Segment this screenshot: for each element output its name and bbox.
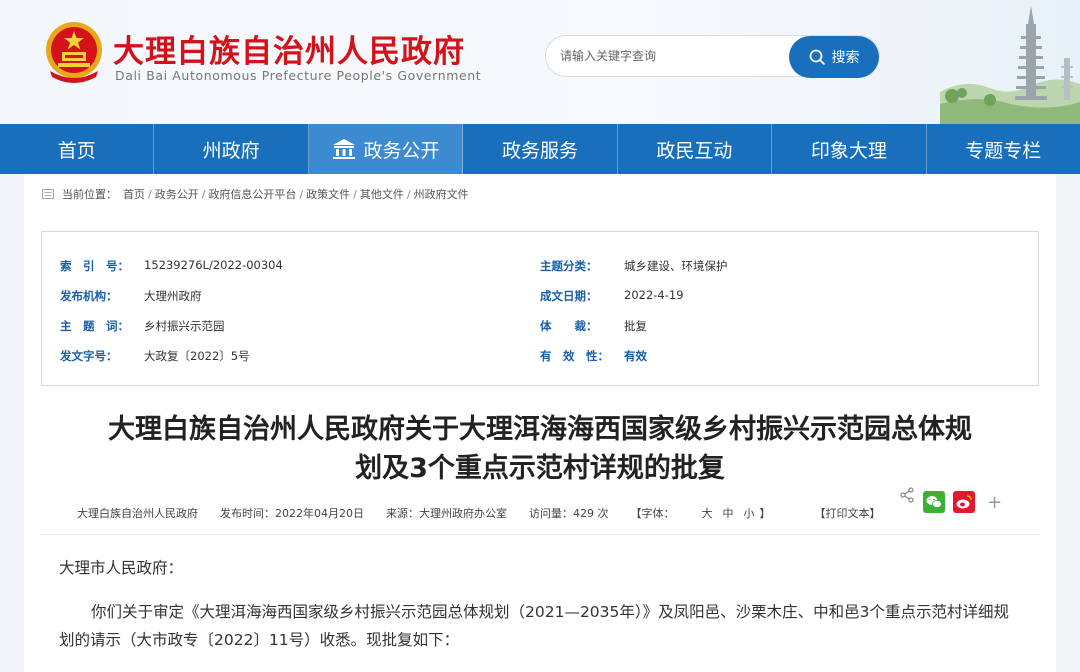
breadcrumb-policy-documents[interactable]: 政策文件 (306, 186, 350, 202)
meta-label: 索 引 号： (60, 259, 129, 273)
nav-item-government-affairs-openness[interactable]: 政务公开 (308, 124, 464, 174)
paragraph: 你们关于审定《大理洱海海西国家级乡村振兴示范园总体规划（2021—2035年）》… (59, 603, 1010, 649)
nav-item-label: 政务公开 (363, 139, 440, 162)
nav-item-special-topics[interactable]: 专题专栏 (927, 124, 1080, 174)
view-count: 访问量：429 次 (529, 507, 609, 520)
meta-label: 体 裁： (540, 319, 598, 333)
search-input[interactable] (560, 44, 785, 68)
document-body: 大理市人民政府： 你们关于审定《大理洱海海西国家级乡村振兴示范园总体规划（202… (59, 554, 1019, 654)
meta-publisher: 发布机构： 大理州政府 (60, 288, 202, 304)
meta-date: 成文日期： 2022-4-19 (540, 288, 684, 304)
content-panel: 当前位置： 首页 / 政务公开 / 政府信息公开平台 / 政策文件 / 其他文件… (24, 174, 1056, 672)
share-icon[interactable] (899, 487, 915, 503)
meta-label: 主 题 词： (60, 319, 129, 333)
document-info-bar: 大理白族自治州人民政府 发布时间：2022年04月20日 来源：大理州政府办公室… (77, 505, 903, 521)
breadcrumb-prefecture-documents[interactable]: 州政府文件 (414, 186, 469, 202)
divider (41, 534, 1039, 535)
breadcrumb: 当前位置： 首页 / 政务公开 / 政府信息公开平台 / 政策文件 / 其他文件… (42, 186, 469, 202)
search-button[interactable]: 搜索 (789, 36, 879, 78)
nav-item-label: 政务服务 (501, 139, 578, 162)
nav-item-home[interactable]: 首页 (0, 124, 155, 174)
search-box: 搜索 (545, 35, 880, 78)
publish-time: 发布时间：2022年04月20日 (220, 507, 364, 520)
meta-validity: 有 效 性： 有效 (540, 348, 647, 364)
breadcrumb-disclosure-platform[interactable]: 政府信息公开平台 (208, 186, 296, 202)
breadcrumb-separator: / (353, 187, 357, 201)
font-size-label: 【字体： (630, 507, 675, 520)
nav-item-label: 专题专栏 (965, 139, 1042, 162)
meta-label: 有 效 性： (540, 349, 609, 363)
nav-item-label: 首页 (57, 139, 96, 162)
nav-item-impression-dali[interactable]: 印象大理 (772, 124, 927, 174)
meta-value: 大政复〔2022〕5号 (144, 349, 250, 363)
breadcrumb-separator: / (201, 187, 206, 201)
site-header: 大理白族自治州人民政府 Dali Bai Autonomous Prefectu… (0, 0, 1080, 124)
location-icon (42, 189, 54, 199)
meta-label: 发布机构： (60, 289, 118, 303)
breadcrumb-government-affairs[interactable]: 政务公开 (155, 186, 199, 202)
meta-value: 城乡建设、环境保护 (624, 259, 728, 273)
site-subtitle: Dali Bai Autonomous Prefecture People's … (115, 68, 482, 83)
meta-value: 乡村振兴示范园 (144, 319, 225, 333)
document-title-line: 大理白族自治州人民政府关于大理洱海海西国家级乡村振兴示范园总体规 (108, 414, 972, 445)
meta-value: 批复 (624, 319, 647, 333)
meta-index: 索 引 号： 15239276L/2022-00304 (60, 258, 283, 274)
main-nav: 首页 州政府 政务公开 政务服务 政民互动 印象大理 专题专栏 (0, 124, 1080, 174)
nav-item-label: 印象大理 (810, 139, 887, 162)
font-size-controls: 【字体： 大中小】 (631, 505, 793, 521)
nav-item-interaction[interactable]: 政民互动 (618, 124, 773, 174)
site-title[interactable]: 大理白族自治州人民政府 (113, 26, 465, 71)
font-small-button[interactable]: 小 (744, 507, 755, 520)
meta-genre: 体 裁： 批复 (540, 318, 647, 334)
font-medium-button[interactable]: 中 (723, 507, 734, 520)
meta-label: 发文字号： (60, 349, 118, 363)
document-author: 大理白族自治州人民政府 (77, 507, 198, 520)
meta-value: 15239276L/2022-00304 (144, 258, 283, 272)
nav-item-label: 州政府 (202, 139, 260, 162)
wechat-icon[interactable] (923, 491, 945, 513)
share-bar: + (899, 487, 1002, 513)
document-title-line: 划及3个重点示范村详规的批复 (355, 453, 725, 484)
font-size-close: 】 (759, 507, 771, 520)
pagoda-icon (940, 6, 1080, 124)
building-icon (332, 139, 355, 159)
search-button-label: 搜索 (831, 50, 860, 66)
document-source: 来源：大理州政府办公室 (386, 507, 507, 520)
breadcrumb-home[interactable]: 首页 (123, 186, 145, 202)
meta-document-number: 发文字号： 大政复〔2022〕5号 (60, 348, 250, 364)
breadcrumb-prefix: 当前位置： (62, 188, 117, 201)
nav-item-prefecture-government[interactable]: 州政府 (154, 124, 309, 174)
national-emblem-icon[interactable] (42, 19, 106, 85)
meta-value: 有效 (624, 349, 647, 363)
meta-value: 2022-4-19 (624, 288, 684, 302)
document-metadata: 索 引 号： 15239276L/2022-00304 主题分类： 城乡建设、环… (41, 231, 1039, 386)
breadcrumb-separator: / (406, 187, 411, 201)
document-title: 大理白族自治州人民政府关于大理洱海海西国家级乡村振兴示范园总体规 划及3个重点示… (24, 410, 1056, 488)
meta-label: 成文日期： (540, 289, 598, 303)
font-large-button[interactable]: 大 (702, 507, 713, 520)
salutation: 大理市人民政府： (59, 559, 184, 577)
search-icon (809, 49, 825, 65)
breadcrumb-separator: / (299, 187, 304, 201)
breadcrumb-other-documents[interactable]: 其他文件 (360, 186, 404, 202)
plus-icon[interactable]: + (987, 492, 1002, 513)
nav-item-label: 政民互动 (656, 139, 733, 162)
nav-item-government-services[interactable]: 政务服务 (463, 124, 618, 174)
meta-value: 大理州政府 (144, 289, 202, 303)
print-button[interactable]: 【打印文本】 (815, 505, 881, 521)
meta-label: 主题分类： (540, 259, 598, 273)
meta-keyword: 主 题 词： 乡村振兴示范园 (60, 318, 225, 334)
breadcrumb-separator: / (148, 187, 152, 201)
weibo-icon[interactable] (953, 491, 975, 513)
meta-category: 主题分类： 城乡建设、环境保护 (540, 258, 728, 274)
